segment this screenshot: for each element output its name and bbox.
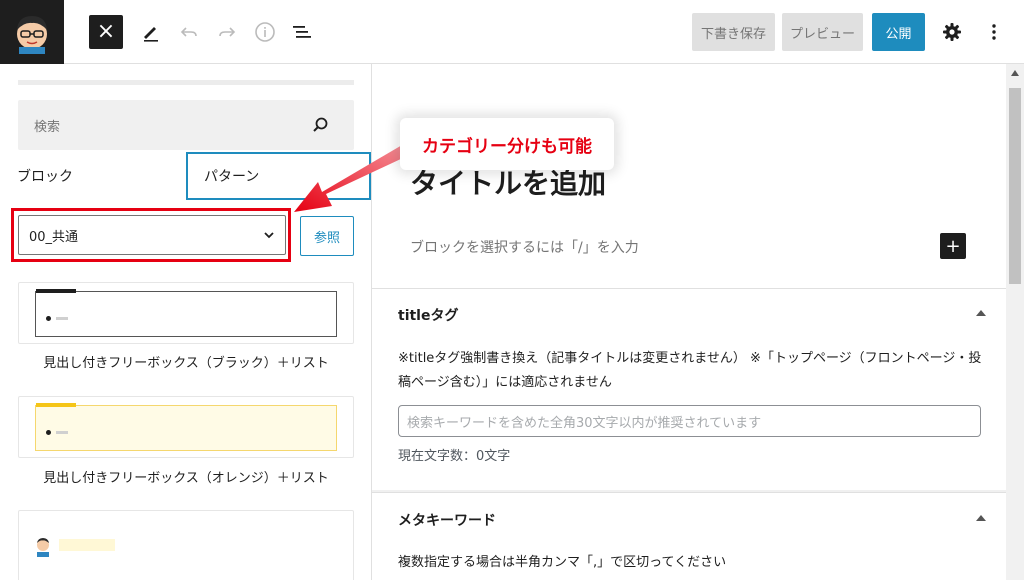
preview-button[interactable]: プレビュー [782,13,863,51]
meta-keywords-description: 複数指定する場合は半角カンマ「,」で区切ってください [398,555,727,570]
meta-keywords-metabox: メタキーワード 複数指定する場合は半角カンマ「,」で区切ってください [372,492,1006,580]
collapse-arrow-icon[interactable] [976,514,986,522]
pencil-icon [144,27,158,42]
scrollbar-thumb[interactable] [1009,88,1021,284]
pattern-avatar-icon [37,538,49,557]
tab-patterns[interactable]: パターン [186,152,371,200]
collapse-arrow-icon[interactable] [976,309,986,317]
block-inserter-panel: 検索 ブロック パターン 00_共通 参照 見出し付きフリーボックス（ブラック）… [0,64,372,580]
redo-button[interactable] [214,18,240,46]
search-icon [313,117,328,132]
pattern-label-orange[interactable]: 見出し付きフリーボックス（オレンジ）＋リスト [18,467,354,486]
pattern-preview-black[interactable] [18,282,354,344]
publish-button[interactable]: 公開 [872,13,925,51]
title-tag-input-placeholder: 検索キーワードを含めた全角30文字以内が推奨されています [407,415,762,431]
title-tag-description: ※titleタグ強制書き換え（記事タイトルは変更されません） ※「トップページ（… [398,351,982,390]
plus-icon: + [945,235,961,257]
gear-icon [943,23,961,41]
more-vertical-icon [992,24,996,40]
editor-header: × 下書き保存 プレビュー 公開 [0,0,1024,64]
pattern-preview-box [35,289,337,337]
undo-button[interactable] [176,18,202,46]
pattern-preview-bullet [46,430,51,435]
list-view-button[interactable] [289,18,315,46]
title-tag-input[interactable]: 検索キーワードを含めた全角30文字以内が推奨されています [398,405,981,437]
title-tag-char-count: 現在文字数：0文字 [398,449,511,464]
details-button[interactable] [252,18,278,46]
browse-patterns-button[interactable]: 参照 [300,216,354,256]
annotation-callout: カテゴリー分けも可能 [400,118,614,170]
settings-button[interactable] [939,18,965,46]
save-draft-button[interactable]: 下書き保存 [692,13,775,51]
redo-icon [219,27,236,37]
title-tag-heading[interactable]: titleタグ [398,305,458,325]
tab-blocks[interactable]: ブロック [0,152,186,200]
inserter-search-input[interactable]: 検索 [18,100,354,150]
site-logo-avatar[interactable] [0,0,64,64]
options-button[interactable] [981,18,1007,46]
close-icon: × [96,19,116,44]
pattern-preview-speech[interactable] [18,510,354,580]
pattern-preview-orange[interactable] [18,396,354,458]
block-placeholder[interactable]: ブロックを選択するには「/」を入力 [410,237,639,257]
pattern-speech-bubble [59,539,115,551]
close-inserter-button[interactable]: × [89,15,123,49]
pattern-preview-text [56,431,68,434]
search-placeholder: 検索 [34,120,61,135]
list-view-icon [293,26,311,38]
annotation-highlight-box [11,208,291,262]
pattern-preview-box [35,403,337,451]
title-tag-metabox: titleタグ ※titleタグ強制書き換え（記事タイトルは変更されません） ※… [372,288,1006,490]
scroll-up-icon[interactable] [1011,70,1019,76]
undo-icon [180,27,197,37]
panel-scroll-edge [18,80,354,85]
pattern-preview-bullet [46,316,51,321]
add-block-button[interactable]: + [940,233,966,259]
meta-keywords-heading[interactable]: メタキーワード [398,510,496,530]
pattern-preview-heading [36,403,76,407]
page-scrollbar[interactable] [1006,64,1024,580]
info-icon [255,22,275,42]
pattern-preview-heading [36,289,76,293]
pattern-preview-text [56,317,68,320]
meta-boxes-area: titleタグ ※titleタグ強制書き換え（記事タイトルは変更されません） ※… [372,288,1006,580]
tools-button[interactable] [138,18,164,46]
avatar-icon [17,16,47,54]
pattern-label-black[interactable]: 見出し付きフリーボックス（ブラック）＋リスト [18,352,354,371]
